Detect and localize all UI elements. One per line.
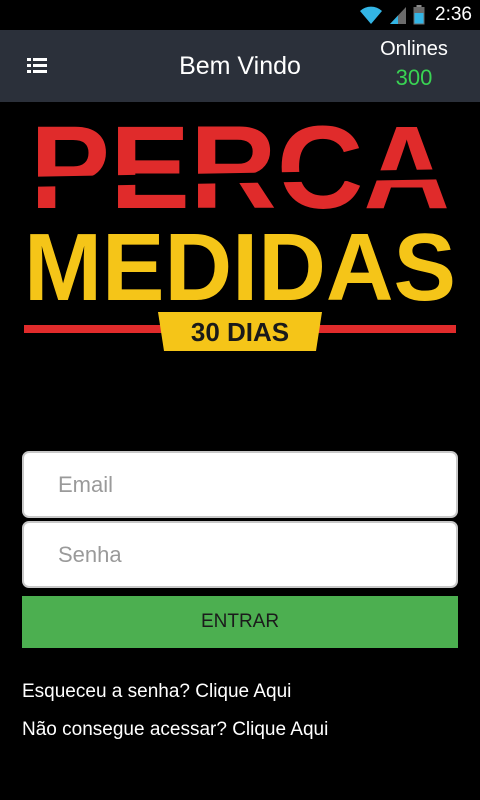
password-field[interactable] xyxy=(22,521,458,588)
onlines-count: 300 xyxy=(395,65,433,90)
logo-line2: MEDIDAS xyxy=(24,214,456,321)
onlines-label: Onlines xyxy=(380,38,448,60)
email-input[interactable] xyxy=(56,453,456,516)
perca-medidas-logo: PERCA MEDIDAS 30 DIAS xyxy=(20,110,460,351)
status-time: 2:36 xyxy=(435,4,472,25)
forgot-password-link[interactable]: Esqueceu a senha? Clique Aqui xyxy=(22,681,291,703)
app-bar: Bem Vindo Onlines 300 xyxy=(0,30,480,102)
login-button[interactable]: ENTRAR xyxy=(22,596,458,648)
signal-icon xyxy=(390,7,407,24)
logo-badge: 30 DIAS xyxy=(191,317,289,347)
wifi-icon xyxy=(360,6,383,24)
password-input[interactable] xyxy=(56,523,456,586)
onlines-counter: Onlines 300 xyxy=(374,38,454,91)
status-bar: 2:36 xyxy=(0,0,480,30)
battery-icon xyxy=(413,5,425,25)
cant-access-link[interactable]: Não consegue acessar? Clique Aqui xyxy=(22,719,328,741)
email-field[interactable] xyxy=(22,451,458,518)
